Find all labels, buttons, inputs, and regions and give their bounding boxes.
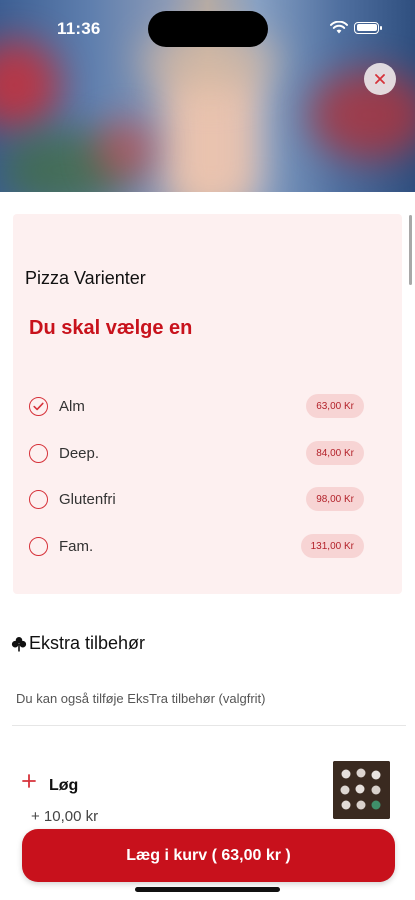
price-badge: 84,00 Kr xyxy=(306,441,364,465)
divider xyxy=(12,725,406,726)
price-badge: 131,00 Kr xyxy=(300,534,364,558)
radio-unchecked-icon[interactable] xyxy=(29,536,48,556)
variants-title: Pizza Varienter xyxy=(25,268,146,288)
variant-option-fam[interactable]: Fam. 131,00 Kr xyxy=(29,531,364,561)
extra-name: Løg xyxy=(49,777,79,794)
variant-label: Glutenfri xyxy=(59,490,116,508)
extras-title: Ekstra tilbehør xyxy=(29,633,146,653)
price-badge: 98,00 Kr xyxy=(306,487,364,511)
radio-unchecked-icon[interactable] xyxy=(29,443,48,463)
battery-icon xyxy=(354,21,382,34)
dynamic-island xyxy=(148,11,268,47)
variant-label: Alm xyxy=(59,397,85,415)
add-to-cart-label: Læg i kurv ( 63,00 kr ) xyxy=(126,846,291,864)
wifi-icon xyxy=(330,21,348,34)
price-badge: 63,00 Kr xyxy=(306,394,364,418)
status-time: 11:36 xyxy=(57,19,101,38)
variant-label: Deep. xyxy=(59,444,100,462)
close-button[interactable] xyxy=(364,63,396,95)
variant-label: Fam. xyxy=(59,537,94,555)
scroll-indicator[interactable] xyxy=(409,215,412,285)
add-to-cart-button[interactable]: Læg i kurv ( 63,00 kr ) xyxy=(22,829,395,882)
extra-thumbnail xyxy=(333,761,390,819)
radio-unchecked-icon[interactable] xyxy=(29,489,48,509)
extras-header: Ekstra tilbehør xyxy=(11,633,145,654)
home-indicator[interactable] xyxy=(135,887,280,892)
status-icons xyxy=(330,21,382,34)
plus-icon[interactable] xyxy=(20,772,38,790)
extras-description: Du kan også tilføje EksTra tilbehør (val… xyxy=(16,691,266,706)
variant-option-glutenfri[interactable]: Glutenfri 98,00 Kr xyxy=(29,484,364,514)
close-icon xyxy=(375,74,385,84)
variant-option-deep[interactable]: Deep. 84,00 Kr xyxy=(29,438,364,468)
required-note: Du skal vælge en xyxy=(29,317,193,339)
variant-option-alm[interactable]: Alm 63,00 Kr xyxy=(29,391,364,421)
extra-price: + 10,00 kr xyxy=(31,808,99,825)
clover-icon xyxy=(11,636,27,651)
radio-checked-icon[interactable] xyxy=(29,396,48,416)
